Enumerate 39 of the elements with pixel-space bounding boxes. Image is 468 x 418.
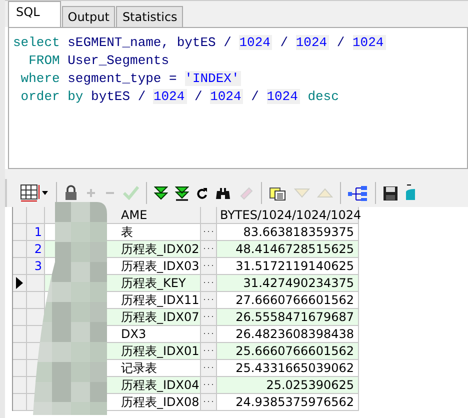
ellipsis-button[interactable] [201, 343, 217, 360]
row-number[interactable]: 2 [27, 241, 45, 258]
code-line: select sEGMENT_name, bytES / 1024 / 1024 / 1024 [13, 34, 387, 52]
ellipsis-button[interactable] [201, 394, 217, 411]
tab[interactable]: Output [62, 6, 116, 27]
database-icon[interactable] [405, 184, 415, 202]
table-cell: 48.4146728515625 [217, 241, 359, 258]
sql-editor[interactable]: select sEGMENT_name, bytES / 1024 / 1024 / 1024 FROM User_Segments where segment_type = 'INDEX' order by bytES / 1024 / 1024 / 1024 desc [8, 27, 468, 169]
ellipsis-button[interactable] [201, 377, 217, 394]
ellipsis-button[interactable] [201, 241, 217, 258]
row-number[interactable]: 3 [27, 258, 45, 275]
notepad-icon[interactable] [269, 185, 287, 201]
column-header-button[interactable] [201, 207, 217, 224]
table-cell: 26.5558471679687 [217, 309, 359, 326]
tab[interactable]: Statistics [116, 6, 184, 27]
ellipsis-button[interactable] [201, 275, 217, 292]
ellipsis-button[interactable] [201, 326, 217, 343]
table-cell: 25.025390625 [217, 377, 359, 394]
tab[interactable]: SQL [8, 1, 61, 27]
code-line: FROM User_Segments [28, 52, 170, 70]
table-cell: 25.6660766601562 [217, 343, 359, 360]
table-cell: 24.9385375976562 [217, 394, 359, 411]
ellipsis-button[interactable] [201, 309, 217, 326]
hierarchy-icon[interactable] [348, 185, 368, 201]
ellipsis-button[interactable] [201, 224, 217, 241]
column-header[interactable]: BYTES/1024/1024/1024 [217, 207, 359, 224]
ellipsis-button[interactable] [201, 258, 217, 275]
grid-icon[interactable] [19, 183, 49, 203]
ellipsis-button[interactable] [201, 292, 217, 309]
refresh-icon[interactable] [196, 187, 208, 199]
table-cell: 31.427490234375 [217, 275, 359, 292]
binoculars-icon[interactable] [215, 186, 231, 200]
padlock-icon[interactable] [64, 185, 78, 201]
double-down-arrow-bar-icon[interactable] [175, 186, 189, 200]
code-line: order by bytES / 1024 / 1024 / 1024 desc [20, 88, 340, 106]
ellipsis-button[interactable] [201, 360, 217, 377]
code-line: where segment_type = 'INDEX' [20, 70, 242, 88]
row-number[interactable]: 1 [27, 224, 45, 241]
double-down-arrow-icon[interactable] [154, 186, 168, 200]
